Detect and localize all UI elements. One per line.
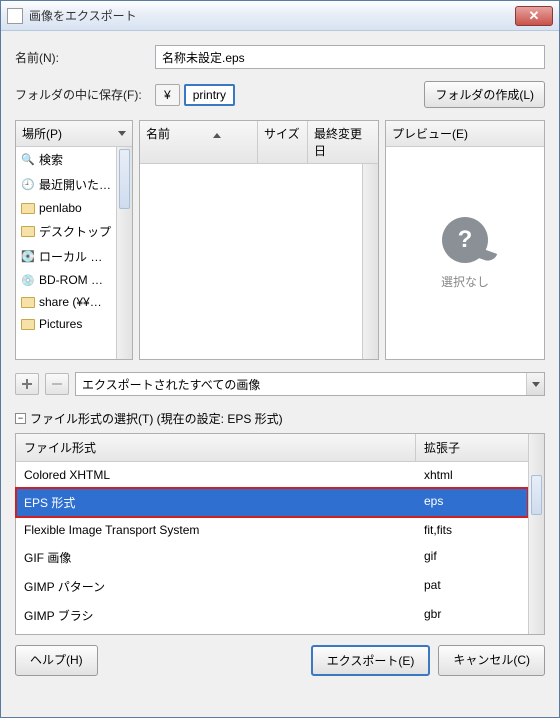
folder-icon [21,317,35,331]
app-icon [7,8,23,24]
places-scrollbar[interactable] [116,147,132,359]
drive-icon: 💽 [21,250,35,264]
filetype-ext: gbr [424,607,441,624]
filetype-name: Flexible Image Transport System [24,523,424,537]
places-item-label: penlabo [39,201,82,215]
name-row: 名前(N): [15,45,545,69]
cancel-button[interactable]: キャンセル(C) [438,645,545,676]
sort-icon [118,131,126,136]
disc-icon: 💿 [21,273,35,287]
plus-icon [21,378,33,390]
export-dialog: 画像をエクスポート ✕ 名前(N): フォルダの中に保存(F): ¥ print… [0,0,560,718]
folder-icon [21,225,35,239]
filetype-name: GIF 画像 [24,549,424,566]
toolbar-row: エクスポートされたすべての画像 [15,372,545,396]
filetype-ext: pat [424,578,441,595]
files-panel: 名前 サイズ 最終変更日 [139,120,379,360]
filetype-ext: fit,fits [424,523,452,537]
path-seg-current[interactable]: printry [184,84,235,106]
places-item[interactable]: Pictures [16,313,116,335]
filetype-ext: eps [424,494,443,511]
col-extension[interactable]: 拡張子 [416,434,528,461]
places-panel: 場所(P) 🔍 検索 🕘 最近開いた… penlabo デスクトップ 💽 ローカル … 💿 BD-… [15,120,133,360]
places-item-label: 最近開いた… [39,176,111,193]
col-name[interactable]: 名前 [140,121,258,163]
places-item-label: BD-ROM … [39,273,103,287]
filetype-columns: ファイル形式 拡張子 [16,434,528,462]
filetype-header-text: ファイル形式の選択(T) (現在の設定: EPS 形式) [30,410,283,427]
titlebar: 画像をエクスポート ✕ [1,1,559,31]
savein-row: フォルダの中に保存(F): ¥ printry フォルダの作成(L) [15,81,545,108]
filetype-scrollbar[interactable] [528,434,544,634]
remove-bookmark-button[interactable] [45,373,69,395]
col-filetype[interactable]: ファイル形式 [16,434,416,461]
places-item[interactable]: share (¥¥… [16,291,116,313]
places-item-label: share (¥¥… [39,295,102,309]
places-item[interactable]: 💽 ローカル … [16,244,116,269]
name-label: 名前(N): [15,49,155,66]
create-folder-button[interactable]: フォルダの作成(L) [424,81,545,108]
sort-asc-icon [213,133,221,138]
filetype-row[interactable]: Colored XHTMLxhtml [16,462,528,488]
files-scrollbar[interactable] [362,164,378,359]
export-button[interactable]: エクスポート(E) [311,645,431,676]
places-item-label: 検索 [39,151,63,168]
button-bar: ヘルプ(H) エクスポート(E) キャンセル(C) [15,635,545,676]
places-item[interactable]: 💿 BD-ROM … [16,269,116,291]
folder-icon [21,295,35,309]
preview-panel: プレビュー(E) ? 選択なし [385,120,545,360]
files-list-empty [140,164,362,359]
places-item[interactable]: penlabo [16,197,116,219]
add-bookmark-button[interactable] [15,373,39,395]
filetype-row[interactable]: GIMP パターンpat [16,572,528,601]
preview-empty-text: 選択なし [441,273,489,290]
filetype-name: GIMP パターン [24,578,424,595]
filetype-row[interactable]: EPS 形式eps [16,488,528,517]
chevron-down-icon [526,373,544,395]
search-icon: 🔍 [21,153,35,167]
col-size[interactable]: サイズ [258,121,308,163]
filetype-name: Colored XHTML [24,468,424,482]
preview-body: ? 選択なし [386,147,544,359]
places-list: 🔍 検索 🕘 最近開いた… penlabo デスクトップ 💽 ローカル … 💿 BD-ROM … s… [16,147,116,359]
places-item[interactable]: 🔍 検索 [16,147,116,172]
mid-panels: 場所(P) 🔍 検索 🕘 最近開いた… penlabo デスクトップ 💽 ローカル … 💿 BD-… [15,120,545,360]
places-item[interactable]: デスクトップ [16,219,116,244]
minus-icon [51,378,63,390]
preview-header: プレビュー(E) [386,121,544,147]
places-item[interactable]: 🕘 最近開いた… [16,172,116,197]
filetype-name: EPS 形式 [24,494,424,511]
filetype-box: ファイル形式 拡張子 Colored XHTMLxhtmlEPS 形式epsFl… [15,433,545,635]
filetype-list: Colored XHTMLxhtmlEPS 形式epsFlexible Imag… [16,462,528,634]
filetype-section-header: − ファイル形式の選択(T) (現在の設定: EPS 形式) [15,410,545,427]
folder-icon [21,201,35,215]
filetype-name: GIMP ブラシ [24,607,424,624]
places-item-label: Pictures [39,317,82,331]
close-button[interactable]: ✕ [515,6,553,26]
recent-icon: 🕘 [21,178,35,192]
path-seg-root[interactable]: ¥ [155,84,180,106]
filetype-row[interactable]: GIF 画像gif [16,543,528,572]
help-button[interactable]: ヘルプ(H) [15,645,98,676]
filetype-row[interactable]: GIMP ブラシgbr [16,601,528,630]
files-columns: 名前 サイズ 最終変更日 [140,121,378,164]
places-item-label: ローカル … [39,248,102,265]
question-icon: ? [442,217,488,263]
col-date[interactable]: 最終変更日 [308,121,378,163]
window-title: 画像をエクスポート [29,7,515,24]
filter-value: エクスポートされたすべての画像 [82,376,260,393]
filename-input[interactable] [155,45,545,69]
filetype-ext: gif [424,549,437,566]
path-breadcrumb: ¥ printry [155,84,235,106]
places-header[interactable]: 場所(P) [16,121,132,147]
places-item-label: デスクトップ [39,223,111,240]
filetype-row[interactable]: Flexible Image Transport Systemfit,fits [16,517,528,543]
filetype-ext: xhtml [424,468,453,482]
savein-label: フォルダの中に保存(F): [15,86,155,103]
collapse-button[interactable]: − [15,413,26,424]
filter-combo[interactable]: エクスポートされたすべての画像 [75,372,545,396]
content: 名前(N): フォルダの中に保存(F): ¥ printry フォルダの作成(L… [1,31,559,717]
